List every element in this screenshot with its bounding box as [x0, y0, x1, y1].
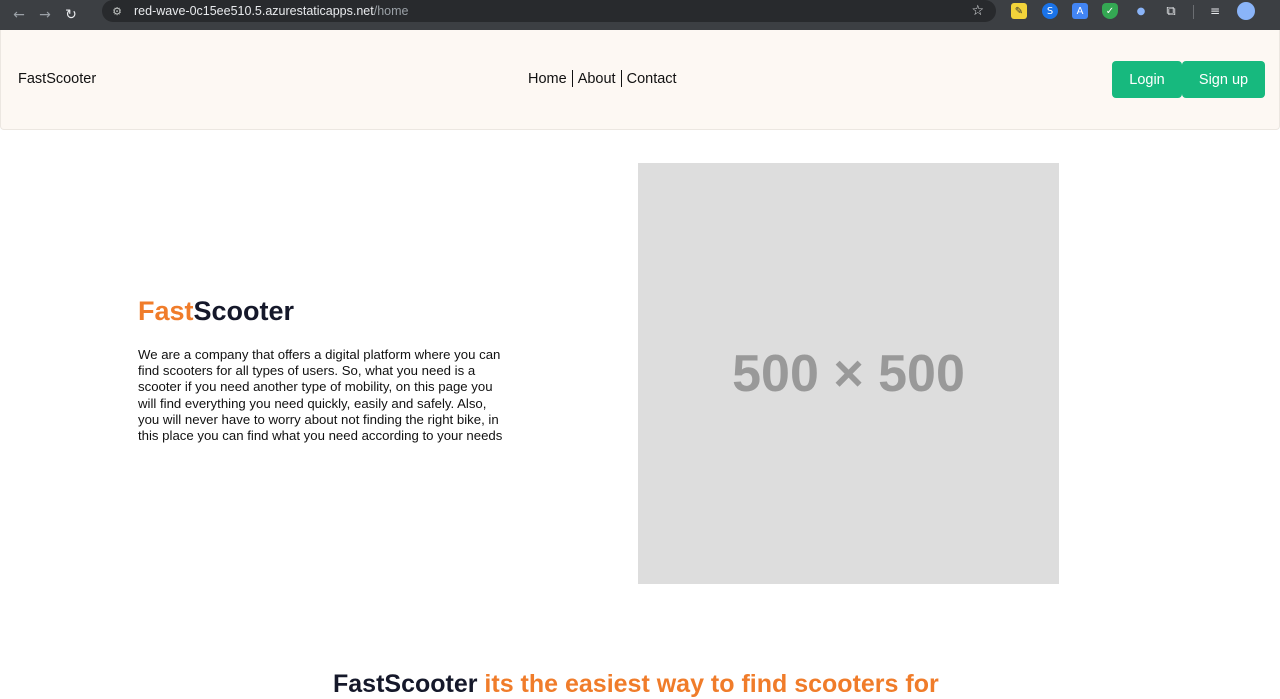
nav-link-contact[interactable]: Contact	[627, 71, 677, 87]
section-tagline: FastScooter its the easiest way to find …	[333, 670, 939, 699]
page-content: FastScooter Home About Contact Login Sig…	[0, 30, 1280, 698]
extensions-puzzle-icon[interactable]: ⧉	[1163, 3, 1179, 19]
extension-shield-icon[interactable]: ✓	[1102, 3, 1118, 19]
nav-divider	[571, 70, 573, 87]
hero-description: We are a company that offers a digital p…	[138, 347, 503, 444]
signup-button[interactable]: Sign up	[1182, 61, 1265, 98]
login-button[interactable]: Login	[1112, 61, 1182, 98]
url-path: /home	[373, 4, 409, 18]
nav-links: Home About Contact	[528, 70, 677, 87]
address-bar[interactable]: ⚙ red-wave-0c15ee510.5.azurestaticapps.n…	[102, 0, 996, 22]
placeholder-label: 500 × 500	[732, 344, 965, 403]
url-host: red-wave-0c15ee510.5.azurestaticapps.net	[134, 4, 374, 18]
profile-avatar[interactable]	[1237, 2, 1255, 20]
url-text[interactable]: red-wave-0c15ee510.5.azurestaticapps.net…	[134, 4, 408, 18]
tagline-lead: FastScooter	[333, 670, 478, 698]
hero-title-rest: Scooter	[193, 296, 295, 326]
browser-toolbar: ← → ↻ ⚙ red-wave-0c15ee510.5.azurestatic…	[0, 0, 1280, 30]
extension-translate-icon[interactable]: A	[1072, 3, 1088, 19]
site-navbar: FastScooter Home About Contact Login Sig…	[0, 30, 1280, 130]
site-settings-icon[interactable]: ⚙	[110, 4, 124, 18]
nav-divider	[620, 70, 622, 87]
extension-shazam-icon[interactable]: S	[1042, 3, 1058, 19]
forward-arrow-icon[interactable]: →	[34, 4, 56, 26]
extension-note-icon[interactable]: ✎	[1011, 3, 1027, 19]
hero-title-accent: Fast	[138, 296, 194, 326]
reading-list-icon[interactable]: ≡	[1207, 3, 1223, 19]
tagline-accent: its the easiest way to find scooters for	[477, 670, 939, 698]
hero-title: FastScooter	[138, 296, 294, 327]
star-icon[interactable]: ☆	[971, 3, 984, 19]
nav-link-about[interactable]: About	[578, 71, 616, 87]
brand-logo-text[interactable]: FastScooter	[18, 71, 96, 87]
reload-icon[interactable]: ↻	[60, 4, 82, 26]
toolbar-separator	[1193, 5, 1194, 19]
extension-bird-icon[interactable]: ●	[1133, 3, 1149, 19]
nav-link-home[interactable]: Home	[528, 71, 567, 87]
hero-image-placeholder: 500 × 500	[638, 163, 1059, 584]
back-arrow-icon[interactable]: ←	[8, 4, 30, 26]
